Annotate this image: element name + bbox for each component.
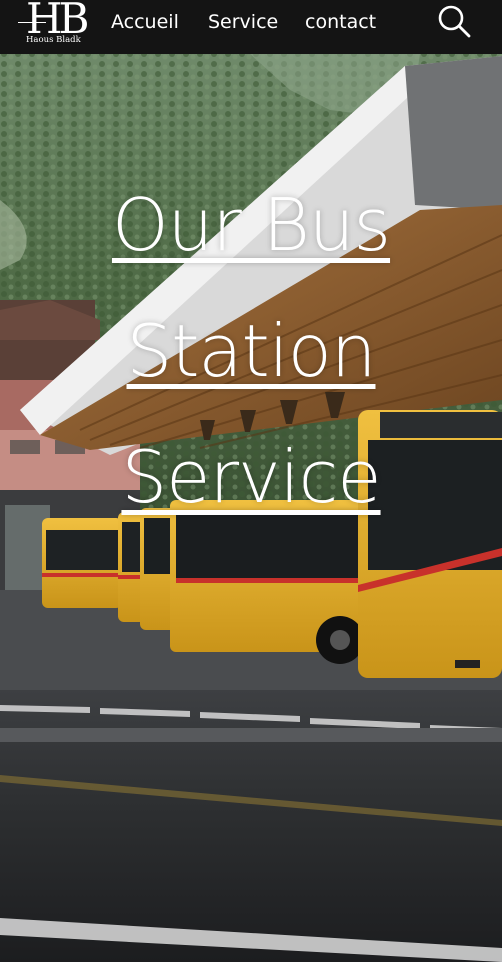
search-icon[interactable] — [436, 3, 472, 39]
hero-title-line: Service — [0, 414, 502, 540]
hero-title-line: Station — [0, 288, 502, 414]
top-navbar: HB Haous Bladk Accueil Service contact — [0, 0, 502, 54]
hero-title-line: Our Bus — [0, 162, 502, 288]
logo-subtitle: Haous Bladk — [26, 35, 81, 45]
nav-link-service[interactable]: Service — [208, 11, 278, 33]
brand-logo[interactable]: HB Haous Bladk — [18, 0, 90, 50]
hero-title-link[interactable]: Station — [127, 309, 377, 393]
hero-section: Our Bus Station Service — [0, 54, 502, 962]
nav-link-accueil[interactable]: Accueil — [111, 11, 179, 33]
hero-title-link[interactable]: Service — [121, 435, 381, 519]
hero-title: Our Bus Station Service — [0, 162, 502, 540]
nav-link-contact[interactable]: contact — [305, 11, 376, 33]
hero-title-link[interactable]: Our Bus — [112, 183, 391, 267]
